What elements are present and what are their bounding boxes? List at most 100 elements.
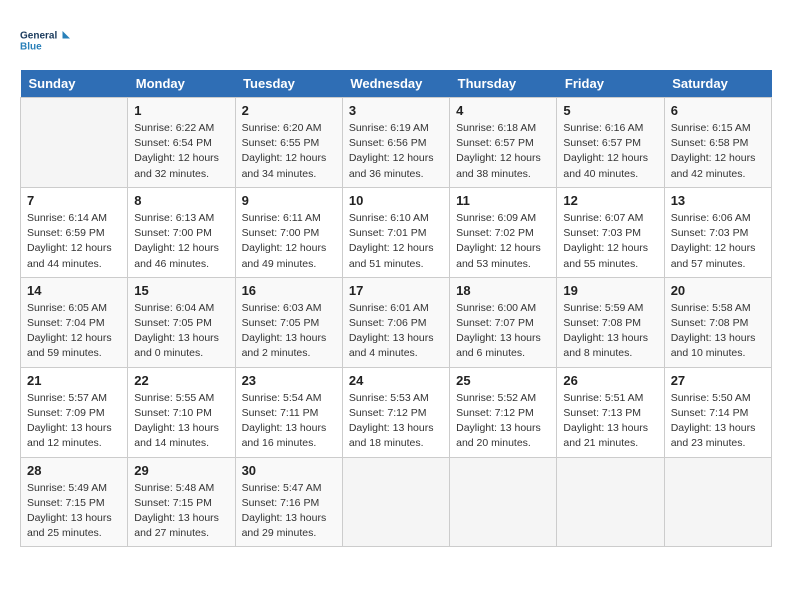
- day-info: Sunrise: 6:10 AMSunset: 7:01 PMDaylight:…: [349, 211, 443, 272]
- day-number: 19: [563, 283, 657, 298]
- logo: General Blue: [20, 20, 70, 60]
- calendar-cell: 19 Sunrise: 5:59 AMSunset: 7:08 PMDayligh…: [557, 277, 664, 367]
- weekday-header-thursday: Thursday: [450, 70, 557, 98]
- day-number: 16: [242, 283, 336, 298]
- day-number: 13: [671, 193, 765, 208]
- calendar-cell: 30Sunrise: 5:47 AMSunset: 7:16 PMDayligh…: [235, 457, 342, 547]
- day-info: Sunrise: 5:50 AMSunset: 7:14 PMDaylight:…: [671, 391, 765, 452]
- day-info: Sunrise: 6:03 AMSunset: 7:05 PMDaylight:…: [242, 301, 336, 362]
- calendar-cell: 29 Sunrise: 5:48 AMSunset: 7:15 PMDayligh…: [128, 457, 235, 547]
- calendar-cell: 5 Sunrise: 6:16 AMSunset: 6:57 PMDaylight…: [557, 98, 664, 188]
- day-number: 18: [456, 283, 550, 298]
- page-header: General Blue: [20, 20, 772, 60]
- day-info: Sunrise: 6:11 AMSunset: 7:00 PMDaylight:…: [242, 211, 336, 272]
- day-info: Sunrise: 6:07 AMSunset: 7:03 PMDaylight:…: [563, 211, 657, 272]
- weekday-header-tuesday: Tuesday: [235, 70, 342, 98]
- day-number: 10: [349, 193, 443, 208]
- day-info: Sunrise: 5:49 AMSunset: 7:15 PMDaylight:…: [27, 481, 121, 542]
- day-info: Sunrise: 5:53 AMSunset: 7:12 PMDaylight:…: [349, 391, 443, 452]
- calendar-cell: 17Sunrise: 6:01 AMSunset: 7:06 PMDayligh…: [342, 277, 449, 367]
- day-number: 25: [456, 373, 550, 388]
- day-number: 28: [27, 463, 121, 478]
- day-number: 30: [242, 463, 336, 478]
- calendar-cell: 2 Sunrise: 6:20 AMSunset: 6:55 PMDaylight…: [235, 98, 342, 188]
- weekday-header-monday: Monday: [128, 70, 235, 98]
- day-number: 7: [27, 193, 121, 208]
- calendar-week-row: 21 Sunrise: 5:57 AMSunset: 7:09 PMDayligh…: [21, 367, 772, 457]
- day-info: Sunrise: 6:13 AMSunset: 7:00 PMDaylight:…: [134, 211, 228, 272]
- calendar-cell: 12 Sunrise: 6:07 AMSunset: 7:03 PMDayligh…: [557, 187, 664, 277]
- day-number: 5: [563, 103, 657, 118]
- calendar-cell: 24 Sunrise: 5:53 AMSunset: 7:12 PMDayligh…: [342, 367, 449, 457]
- day-info: Sunrise: 6:04 AMSunset: 7:05 PMDaylight:…: [134, 301, 228, 362]
- day-info: Sunrise: 6:16 AMSunset: 6:57 PMDaylight:…: [563, 121, 657, 182]
- day-info: Sunrise: 5:48 AMSunset: 7:15 PMDaylight:…: [134, 481, 228, 542]
- day-number: 1: [134, 103, 228, 118]
- calendar-cell: [21, 98, 128, 188]
- day-number: 8: [134, 193, 228, 208]
- day-number: 12: [563, 193, 657, 208]
- day-number: 17: [349, 283, 443, 298]
- calendar-cell: 13 Sunrise: 6:06 AMSunset: 7:03 PMDayligh…: [664, 187, 771, 277]
- day-number: 24: [349, 373, 443, 388]
- logo-svg: General Blue: [20, 20, 70, 60]
- day-info: Sunrise: 6:22 AMSunset: 6:54 PMDaylight:…: [134, 121, 228, 182]
- day-info: Sunrise: 5:52 AMSunset: 7:12 PMDaylight:…: [456, 391, 550, 452]
- weekday-header-saturday: Saturday: [664, 70, 771, 98]
- day-info: Sunrise: 5:57 AMSunset: 7:09 PMDaylight:…: [27, 391, 121, 452]
- calendar-cell: 25 Sunrise: 5:52 AMSunset: 7:12 PMDayligh…: [450, 367, 557, 457]
- calendar-cell: [664, 457, 771, 547]
- calendar-cell: 18 Sunrise: 6:00 AMSunset: 7:07 PMDayligh…: [450, 277, 557, 367]
- svg-text:General: General: [20, 30, 57, 41]
- calendar-cell: 7 Sunrise: 6:14 AMSunset: 6:59 PMDaylight…: [21, 187, 128, 277]
- calendar-cell: 21 Sunrise: 5:57 AMSunset: 7:09 PMDayligh…: [21, 367, 128, 457]
- day-number: 21: [27, 373, 121, 388]
- day-info: Sunrise: 6:05 AMSunset: 7:04 PMDaylight:…: [27, 301, 121, 362]
- calendar-table: SundayMondayTuesdayWednesdayThursdayFrid…: [20, 70, 772, 547]
- day-info: Sunrise: 5:51 AMSunset: 7:13 PMDaylight:…: [563, 391, 657, 452]
- calendar-cell: [450, 457, 557, 547]
- calendar-cell: 26 Sunrise: 5:51 AMSunset: 7:13 PMDayligh…: [557, 367, 664, 457]
- day-number: 15: [134, 283, 228, 298]
- calendar-cell: 8 Sunrise: 6:13 AMSunset: 7:00 PMDaylight…: [128, 187, 235, 277]
- calendar-cell: 20Sunrise: 5:58 AMSunset: 7:08 PMDayligh…: [664, 277, 771, 367]
- day-number: 26: [563, 373, 657, 388]
- calendar-cell: 10 Sunrise: 6:10 AMSunset: 7:01 PMDayligh…: [342, 187, 449, 277]
- day-info: Sunrise: 5:59 AMSunset: 7:08 PMDaylight:…: [563, 301, 657, 362]
- day-info: Sunrise: 6:15 AMSunset: 6:58 PMDaylight:…: [671, 121, 765, 182]
- calendar-cell: 23Sunrise: 5:54 AMSunset: 7:11 PMDayligh…: [235, 367, 342, 457]
- calendar-cell: 16 Sunrise: 6:03 AMSunset: 7:05 PMDayligh…: [235, 277, 342, 367]
- calendar-week-row: 1 Sunrise: 6:22 AMSunset: 6:54 PMDaylight…: [21, 98, 772, 188]
- day-number: 4: [456, 103, 550, 118]
- day-info: Sunrise: 5:54 AMSunset: 7:11 PMDaylight:…: [242, 391, 336, 452]
- day-info: Sunrise: 6:14 AMSunset: 6:59 PMDaylight:…: [27, 211, 121, 272]
- day-number: 9: [242, 193, 336, 208]
- calendar-cell: 15 Sunrise: 6:04 AMSunset: 7:05 PMDayligh…: [128, 277, 235, 367]
- day-info: Sunrise: 6:00 AMSunset: 7:07 PMDaylight:…: [456, 301, 550, 362]
- day-info: Sunrise: 5:58 AMSunset: 7:08 PMDaylight:…: [671, 301, 765, 362]
- calendar-week-row: 7 Sunrise: 6:14 AMSunset: 6:59 PMDaylight…: [21, 187, 772, 277]
- calendar-cell: [342, 457, 449, 547]
- calendar-cell: 6 Sunrise: 6:15 AMSunset: 6:58 PMDaylight…: [664, 98, 771, 188]
- calendar-cell: [557, 457, 664, 547]
- weekday-header-friday: Friday: [557, 70, 664, 98]
- day-info: Sunrise: 6:09 AMSunset: 7:02 PMDaylight:…: [456, 211, 550, 272]
- calendar-week-row: 14Sunrise: 6:05 AMSunset: 7:04 PMDayligh…: [21, 277, 772, 367]
- day-number: 27: [671, 373, 765, 388]
- calendar-cell: 27 Sunrise: 5:50 AMSunset: 7:14 PMDayligh…: [664, 367, 771, 457]
- day-info: Sunrise: 6:19 AMSunset: 6:56 PMDaylight:…: [349, 121, 443, 182]
- calendar-cell: 28 Sunrise: 5:49 AMSunset: 7:15 PMDayligh…: [21, 457, 128, 547]
- calendar-cell: 22Sunrise: 5:55 AMSunset: 7:10 PMDayligh…: [128, 367, 235, 457]
- weekday-header-wednesday: Wednesday: [342, 70, 449, 98]
- day-info: Sunrise: 6:20 AMSunset: 6:55 PMDaylight:…: [242, 121, 336, 182]
- day-number: 2: [242, 103, 336, 118]
- day-number: 6: [671, 103, 765, 118]
- calendar-cell: 1 Sunrise: 6:22 AMSunset: 6:54 PMDaylight…: [128, 98, 235, 188]
- svg-text:Blue: Blue: [20, 42, 42, 53]
- weekday-header-sunday: Sunday: [21, 70, 128, 98]
- day-number: 29: [134, 463, 228, 478]
- day-number: 11: [456, 193, 550, 208]
- day-info: Sunrise: 6:06 AMSunset: 7:03 PMDaylight:…: [671, 211, 765, 272]
- calendar-cell: 9 Sunrise: 6:11 AMSunset: 7:00 PMDaylight…: [235, 187, 342, 277]
- calendar-week-row: 28 Sunrise: 5:49 AMSunset: 7:15 PMDayligh…: [21, 457, 772, 547]
